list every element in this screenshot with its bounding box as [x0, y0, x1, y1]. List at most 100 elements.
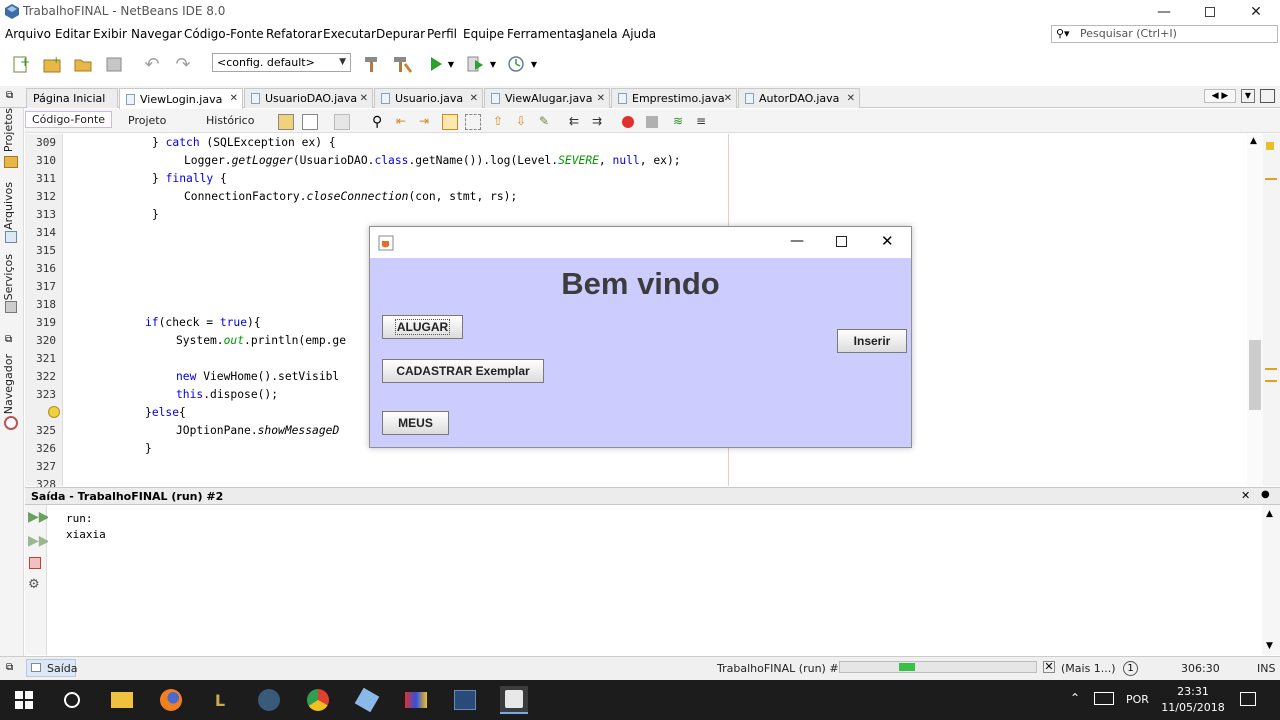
scroll-up-icon[interactable]: ▲: [1250, 136, 1257, 146]
stop-macro-icon[interactable]: [646, 116, 658, 128]
close-icon[interactable]: ✕: [1241, 489, 1250, 502]
start-button[interactable]: [10, 686, 38, 714]
side-tab-servicos[interactable]: Serviços: [2, 254, 15, 300]
cancel-task-icon[interactable]: ✕: [1043, 661, 1055, 673]
stripe-marker[interactable]: [1265, 178, 1277, 180]
close-window-button[interactable]: ✕: [1233, 0, 1279, 24]
debug-button[interactable]: [464, 53, 486, 75]
stripe-marker[interactable]: [1265, 368, 1277, 370]
rect-selection-icon[interactable]: [465, 114, 481, 130]
close-project-button[interactable]: [103, 53, 125, 75]
settings-icon[interactable]: ⚙: [28, 577, 40, 592]
close-icon[interactable]: ✕: [597, 93, 605, 104]
dialog-close-icon[interactable]: ✕: [881, 232, 894, 250]
dialog-minimize-icon[interactable]: —: [790, 233, 804, 249]
uncomment-icon[interactable]: ≡: [696, 114, 712, 130]
tab-viewlogin[interactable]: ViewLogin.java ✕: [119, 88, 243, 109]
menu-codigo-fonte[interactable]: Código-Fonte: [184, 27, 264, 41]
maximize-button[interactable]: [1187, 0, 1233, 24]
menu-refatorar[interactable]: Refatorar: [266, 27, 322, 41]
output-scrollbar[interactable]: ▲ ▼: [1262, 505, 1280, 655]
config-select[interactable]: <config. default> ▼: [212, 53, 351, 72]
subtab-historico[interactable]: Histórico: [206, 114, 254, 127]
redo-button[interactable]: ↷: [172, 53, 194, 75]
menu-arquivo[interactable]: Arquivo: [5, 27, 51, 41]
next-bookmark-icon[interactable]: ⇩: [516, 114, 532, 130]
scroll-up-icon[interactable]: ▲: [1266, 509, 1273, 519]
menu-perfil[interactable]: Perfil: [427, 27, 457, 41]
output-area[interactable]: [48, 505, 1262, 655]
side-tab-arquivos[interactable]: Arquivos: [2, 182, 15, 230]
side-tab-navegador[interactable]: Navegador: [2, 354, 15, 414]
new-file-button[interactable]: +: [10, 53, 32, 75]
search-taskbar-button[interactable]: [58, 686, 86, 714]
more-tasks-link[interactable]: (Mais 1...): [1061, 662, 1116, 675]
maximize-editor-icon[interactable]: [1260, 89, 1275, 103]
close-icon[interactable]: ✕: [470, 93, 478, 104]
taskbar-explorer[interactable]: [108, 686, 136, 714]
scroll-down-icon[interactable]: ▼: [1266, 641, 1273, 651]
scrollbar-thumb[interactable]: [1249, 340, 1261, 410]
taskbar-app-lol[interactable]: L: [206, 686, 234, 714]
tab-emprestimo[interactable]: Emprestimo.java ✕: [611, 88, 737, 108]
menu-janela[interactable]: Janela: [581, 27, 618, 41]
profile-dropdown[interactable]: ▼: [528, 53, 540, 75]
profile-button[interactable]: [505, 53, 527, 75]
action-center-icon[interactable]: [1240, 692, 1256, 706]
run-dropdown[interactable]: ▼: [445, 53, 457, 75]
warning-marker-icon[interactable]: [1266, 142, 1274, 150]
editor-scrollbar[interactable]: ▲: [1247, 134, 1263, 486]
taskbar-firefox[interactable]: [157, 686, 185, 714]
back-icon[interactable]: [302, 114, 318, 130]
search-input[interactable]: ⚲▾ Pesquisar (Ctrl+I): [1051, 25, 1278, 43]
input-language[interactable]: POR: [1126, 693, 1149, 706]
system-clock[interactable]: 23:31 11/05/2018: [1150, 684, 1236, 716]
undo-button[interactable]: ↶: [141, 53, 163, 75]
rerun-icon[interactable]: ▶▶: [28, 509, 50, 525]
find-previous-icon[interactable]: ⇤: [396, 114, 412, 130]
side-tab-projetos[interactable]: Projetos: [2, 108, 15, 152]
menu-ajuda[interactable]: Ajuda: [622, 27, 656, 41]
restore-window-icon[interactable]: ⧉: [5, 334, 12, 345]
taskbar-app-wow[interactable]: [255, 686, 283, 714]
new-project-button[interactable]: +: [41, 53, 63, 75]
toggle-bookmark-icon[interactable]: ✎: [539, 114, 555, 130]
alugar-button[interactable]: ALUGAR: [382, 315, 463, 339]
subtab-codigo-fonte[interactable]: Código-Fonte: [25, 111, 113, 128]
menu-editar[interactable]: Editar: [55, 27, 91, 41]
menu-ferramentas[interactable]: Ferramentas: [507, 27, 583, 41]
tab-autordao[interactable]: AutorDAO.java ✕: [738, 88, 860, 108]
clean-build-button[interactable]: [391, 53, 413, 75]
taskbar-app-colors[interactable]: [402, 686, 430, 714]
dialog-maximize-icon[interactable]: [836, 236, 847, 247]
tray-chevron-icon[interactable]: ⌃: [1070, 691, 1080, 705]
shift-right-icon[interactable]: ⇉: [592, 114, 608, 130]
debug-dropdown[interactable]: ▼: [487, 53, 499, 75]
find-icon[interactable]: ⚲: [372, 114, 388, 130]
warning-bulb-icon[interactable]: [48, 406, 60, 418]
menu-navegar[interactable]: Navegar: [131, 27, 182, 41]
restore-window-icon[interactable]: ⧉: [6, 90, 13, 101]
tab-list-dropdown[interactable]: ▼: [1241, 89, 1255, 103]
close-icon[interactable]: ✕: [360, 93, 368, 104]
minimize-panel-icon[interactable]: ●: [1261, 489, 1270, 500]
rerun-with-params-icon[interactable]: ▶▶: [28, 533, 50, 549]
subtab-projeto[interactable]: Projeto: [128, 114, 166, 127]
meus-button[interactable]: MEUS: [382, 411, 449, 435]
tab-pagina-inicial[interactable]: Página Inicial: [26, 88, 118, 108]
close-icon[interactable]: ✕: [230, 93, 238, 104]
close-icon[interactable]: ✕: [847, 93, 855, 104]
tab-scroll-arrows[interactable]: ◀ ▶: [1204, 89, 1236, 103]
menu-executar[interactable]: Executar: [323, 27, 376, 41]
minimize-button[interactable]: —: [1141, 0, 1187, 24]
toggle-highlight-icon[interactable]: [442, 114, 458, 130]
shift-left-icon[interactable]: ⇇: [569, 114, 585, 130]
tab-usuariodao[interactable]: UsuarioDAO.java ✕: [244, 88, 373, 108]
taskbar-java-app[interactable]: [500, 686, 528, 714]
keyboard-icon[interactable]: [1094, 692, 1114, 705]
stop-icon[interactable]: [29, 557, 41, 569]
run-button[interactable]: [425, 53, 447, 75]
tab-viewalugar[interactable]: ViewAlugar.java ✕: [484, 88, 610, 108]
taskbar-app-box[interactable]: [353, 686, 381, 714]
tab-usuario[interactable]: Usuario.java ✕: [374, 88, 483, 108]
